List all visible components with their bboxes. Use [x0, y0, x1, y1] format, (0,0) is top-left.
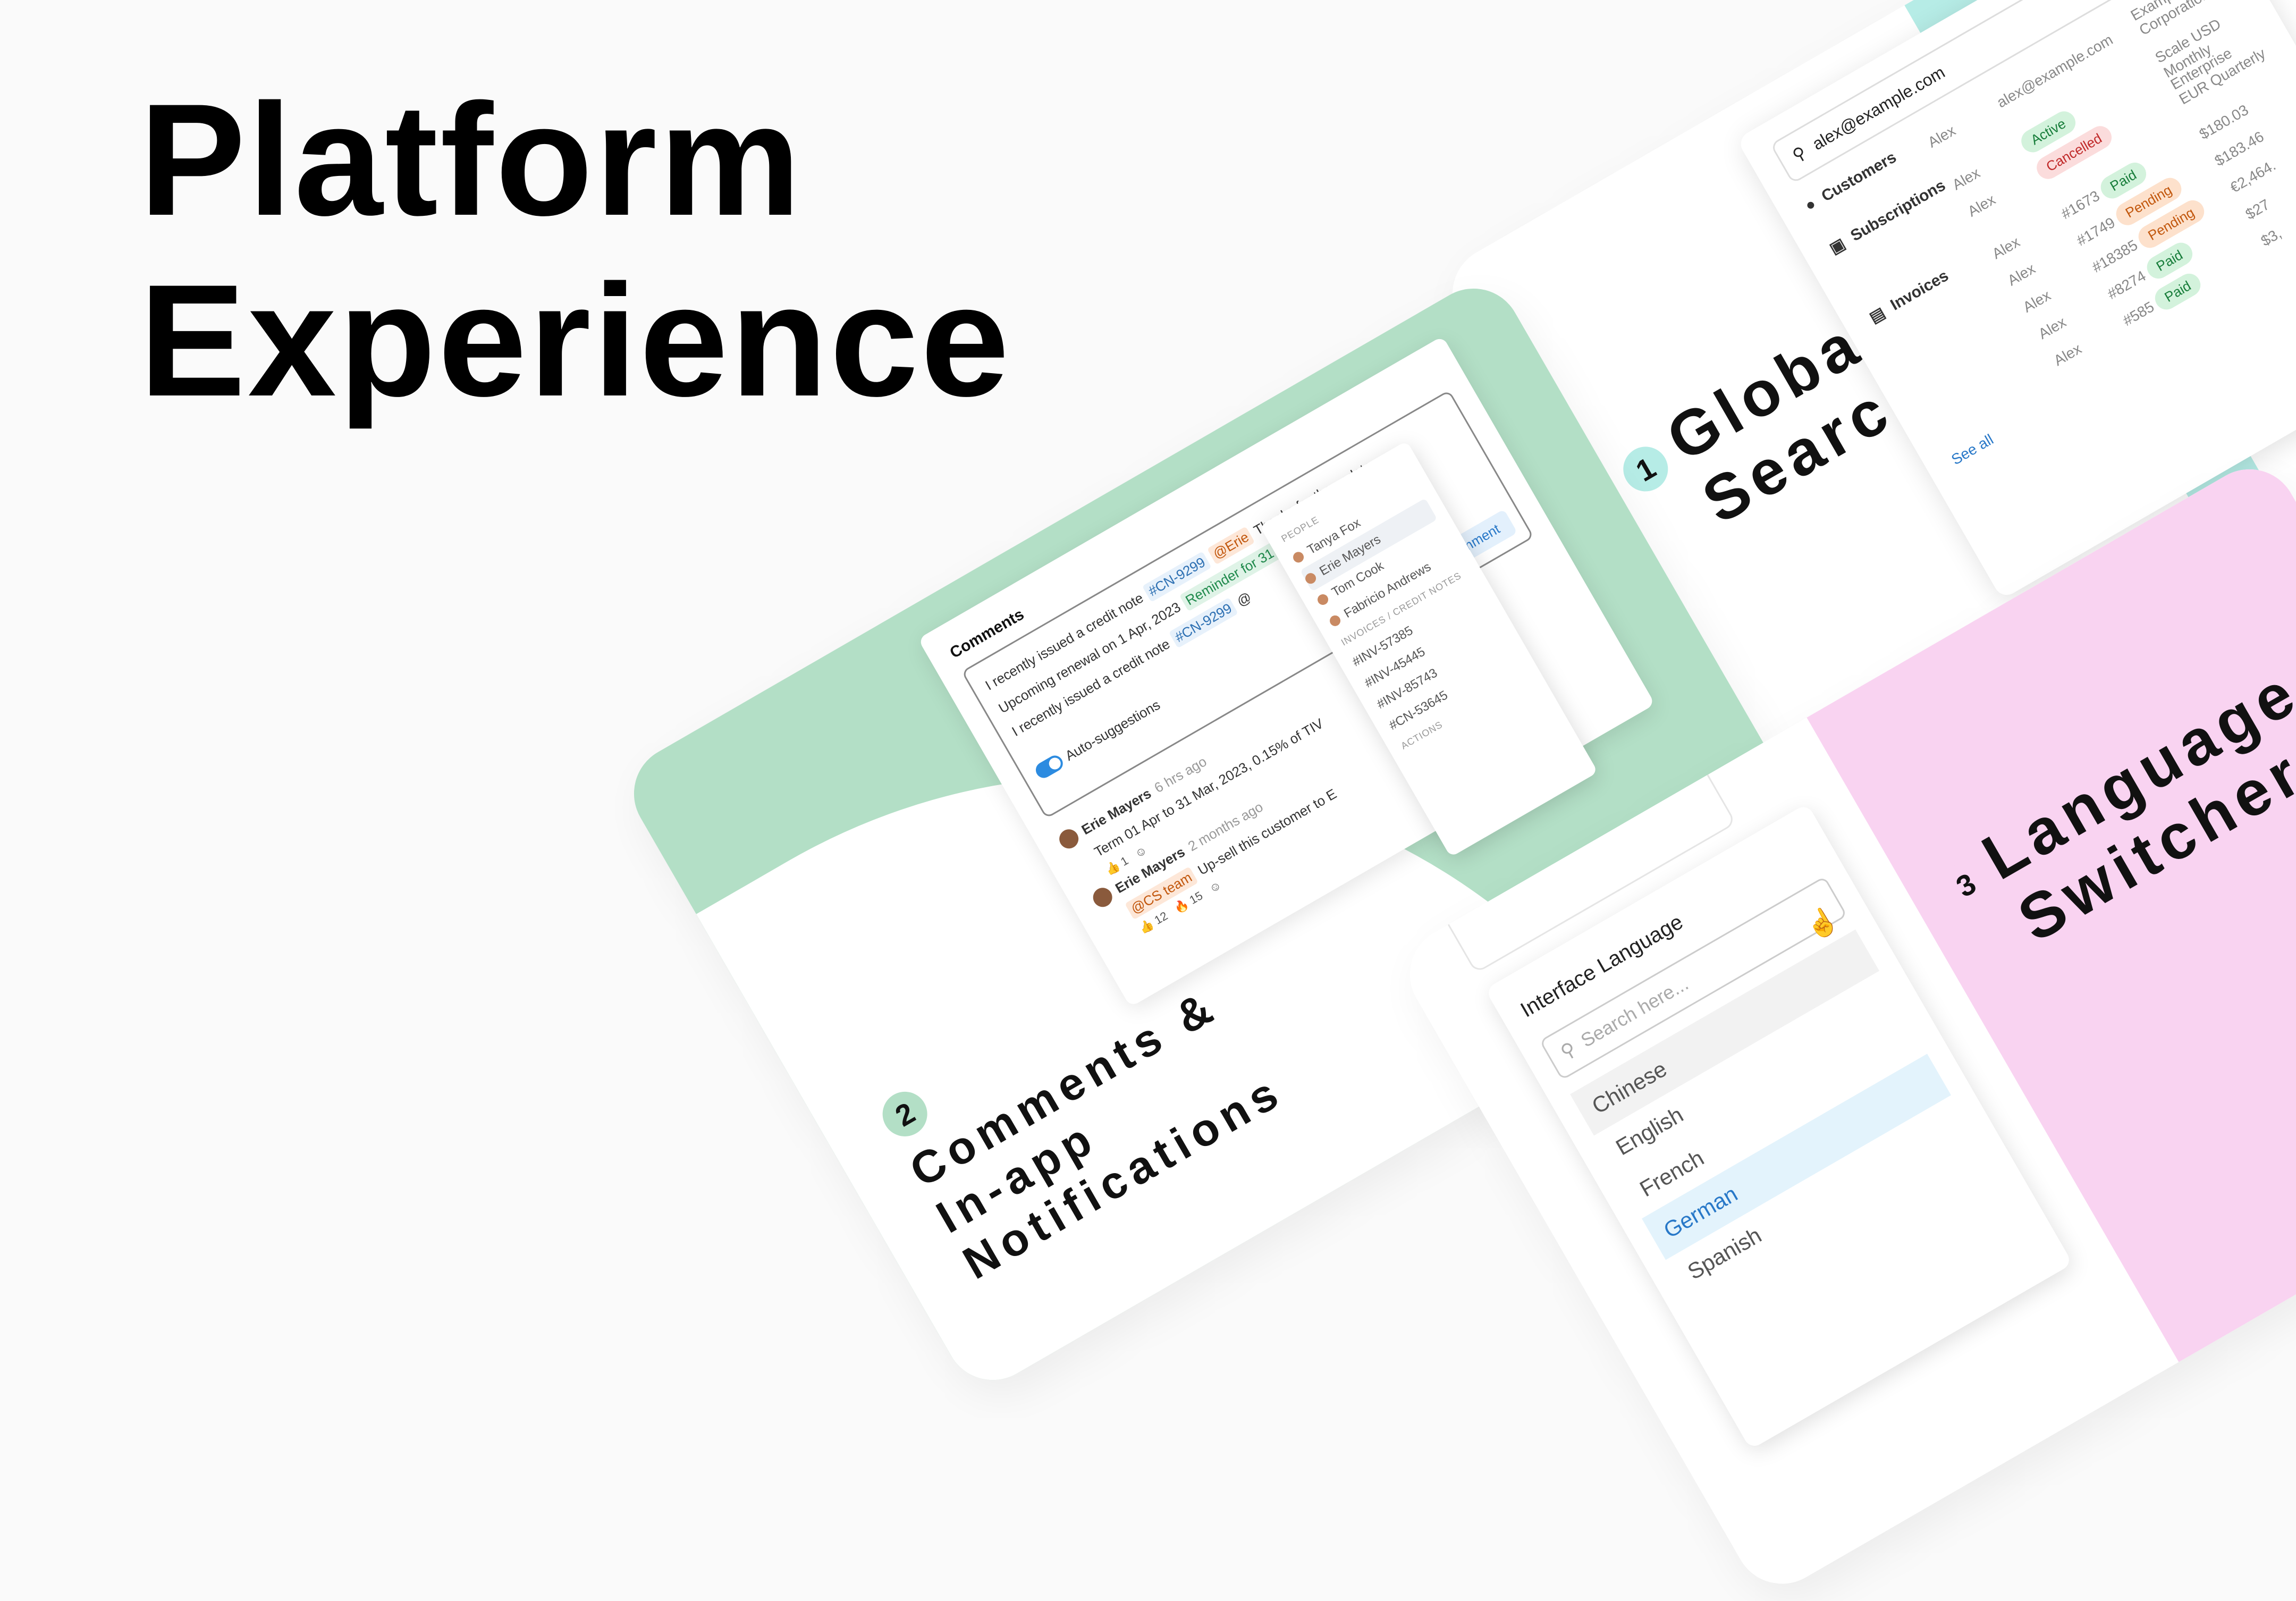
document-icon: ▤ [1866, 304, 1888, 327]
auto-suggestions-toggle[interactable] [1033, 752, 1066, 781]
search-icon: ⚲ [1556, 1037, 1580, 1064]
reaction-count: 15 [1187, 889, 1205, 907]
customer-name: Alex [1924, 122, 1959, 151]
avatar [1328, 613, 1343, 628]
avatar [1303, 571, 1318, 586]
page-heading: Platform Experience [139, 69, 1011, 431]
heading-line-2: Experience [139, 251, 1011, 429]
people-icon: ● [1802, 195, 1819, 215]
reaction-count: 1 [1118, 854, 1131, 869]
box-icon: ▣ [1826, 234, 1848, 258]
at-symbol: @ [1234, 588, 1254, 610]
avatar [1291, 550, 1306, 564]
reaction-count: 12 [1152, 909, 1170, 927]
avatar [1315, 592, 1330, 607]
step-number-badge: 1 [1615, 439, 1676, 500]
heading-line-1: Platform [139, 70, 803, 249]
add-reaction-icon[interactable]: ☺ [1206, 878, 1223, 896]
search-icon: ⚲ [1789, 142, 1810, 165]
invoices-label: Invoices [1887, 266, 1952, 314]
